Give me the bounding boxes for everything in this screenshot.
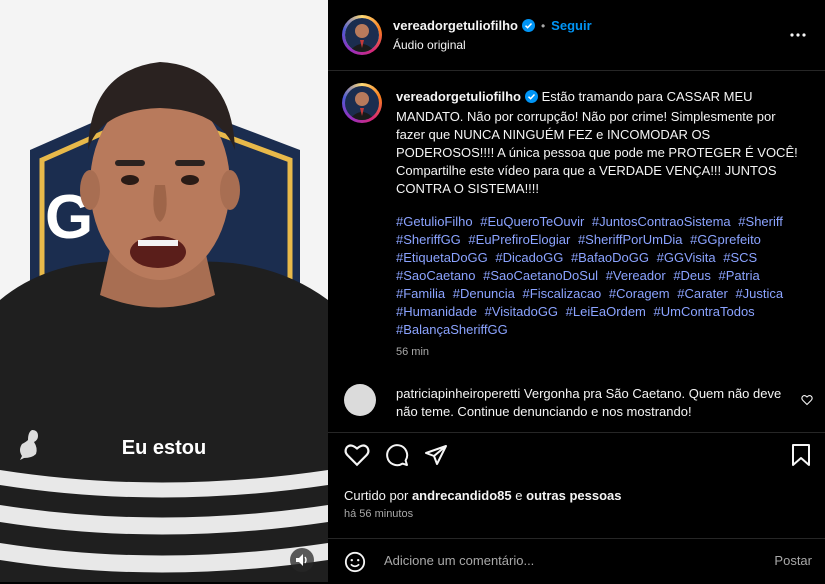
avatar[interactable] — [345, 18, 379, 52]
hashtag-link[interactable]: #LeiEaOrdem — [566, 304, 646, 319]
caption-avatar[interactable] — [345, 86, 379, 120]
header-username[interactable]: vereadorgetuliofilho — [393, 18, 518, 33]
comment-item: patriciapinheiroperetti Vergonha pra São… — [396, 385, 796, 421]
comment-username[interactable]: patriciapinheiroperetti — [396, 386, 520, 401]
emoji-icon[interactable] — [344, 551, 366, 578]
hashtag-link[interactable]: #EuQueroTeOuvir — [480, 214, 584, 229]
liked-user[interactable]: andrecandido85 — [412, 488, 512, 503]
hashtag-link[interactable]: #Vereador — [606, 268, 666, 283]
post-panel: vereadorgetuliofilho • Seguir Áudio origin… — [328, 0, 825, 582]
liked-others[interactable]: outras pessoas — [526, 488, 621, 503]
hashtag-link[interactable]: #Patria — [719, 268, 760, 283]
hashtag-link[interactable]: #BalançaSheriffGG — [396, 322, 508, 337]
liked-and: e — [515, 488, 523, 503]
hashtag-link[interactable]: #GGVisita — [657, 250, 716, 265]
likes-summary: Curtido por andrecandido85 e outras pess… — [344, 488, 622, 503]
comment-like-icon[interactable] — [801, 393, 813, 411]
hashtag-link[interactable]: #SheriffGG — [396, 232, 461, 247]
hashtag-link[interactable]: #VisitadoGG — [485, 304, 558, 319]
post-comment-button[interactable]: Postar — [774, 553, 812, 568]
post-timestamp: há 56 minutos — [344, 508, 414, 520]
reel-video[interactable]: G IO Eu estou — [0, 0, 328, 582]
caption-text: Estão tramando para CASSAR MEU MANDATO. … — [396, 89, 798, 196]
hashtag-link[interactable]: #JuntosContraoSistema — [592, 214, 731, 229]
hashtag-link[interactable]: #GetulioFilho — [396, 214, 473, 229]
hashtag-link[interactable]: #Familia — [396, 286, 445, 301]
hashtag-link[interactable]: #EtiquetaDoGG — [396, 250, 488, 265]
post-caption: vereadorgetuliofilho Estão tramando para… — [396, 88, 806, 198]
hashtag-list: #GetulioFilho #EuQueroTeOuvir #JuntosCon… — [396, 213, 806, 339]
sound-toggle-button[interactable] — [290, 548, 314, 572]
hashtag-link[interactable]: #Sheriff — [738, 214, 783, 229]
hashtag-link[interactable]: #Deus — [673, 268, 711, 283]
hashtag-link[interactable]: #DicadoGG — [495, 250, 563, 265]
video-subtitle: Eu estou — [121, 437, 207, 459]
post-actions: Curtido por andrecandido85 e outras pess… — [328, 432, 825, 583]
save-bookmark-icon[interactable] — [791, 443, 811, 472]
follow-button[interactable]: Seguir — [551, 18, 591, 33]
video-frame: G IO — [0, 0, 328, 582]
hashtag-link[interactable]: #SheriffPorUmDia — [578, 232, 683, 247]
liked-prefix: Curtido por — [344, 488, 409, 503]
hashtag-link[interactable]: #UmContraTodos — [654, 304, 755, 319]
hashtag-link[interactable]: #SaoCaetanoDoSul — [483, 268, 598, 283]
hashtag-link[interactable]: #Denuncia — [453, 286, 515, 301]
hashtag-link[interactable]: #GGprefeito — [690, 232, 761, 247]
hashtag-link[interactable]: #Humanidade — [396, 304, 477, 319]
share-send-icon[interactable] — [424, 443, 448, 472]
hashtag-link[interactable]: #SCS — [723, 250, 757, 265]
audio-link[interactable]: Áudio original — [393, 38, 466, 52]
caption-username[interactable]: vereadorgetuliofilho — [396, 89, 521, 104]
like-heart-icon[interactable] — [344, 443, 370, 472]
post-time: 56 min — [396, 346, 430, 358]
comment-bubble-icon[interactable] — [385, 443, 409, 472]
hashtag-link[interactable]: #SaoCaetano — [396, 268, 476, 283]
verified-badge-icon — [521, 19, 535, 37]
speaker-icon — [296, 554, 307, 566]
hashtag-link[interactable]: #Coragem — [609, 286, 670, 301]
hashtag-link[interactable]: #Carater — [677, 286, 728, 301]
hashtag-link[interactable]: #EuPrefiroElogiar — [468, 232, 570, 247]
separator-dot: • — [540, 19, 546, 33]
hashtag-link[interactable]: #Justica — [735, 286, 783, 301]
add-comment-input[interactable]: Adicione um comentário... — [384, 553, 534, 568]
hashtag-link[interactable]: #BafaoDoGG — [571, 250, 649, 265]
verified-badge-icon — [524, 90, 538, 108]
hashtag-link[interactable]: #Fiscalizacao — [523, 286, 602, 301]
post-header: vereadorgetuliofilho • Seguir Áudio origin… — [328, 0, 825, 71]
more-options-icon[interactable] — [789, 26, 807, 49]
add-comment-row: Adicione um comentário... Postar — [328, 538, 825, 584]
commenter-avatar[interactable] — [344, 384, 376, 416]
